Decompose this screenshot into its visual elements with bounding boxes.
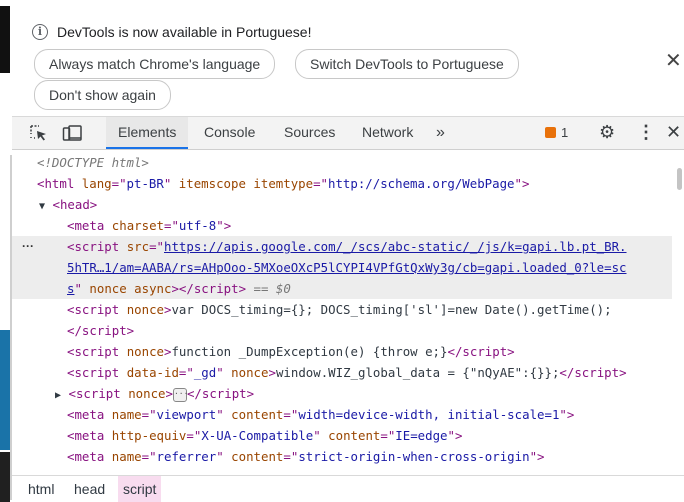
device-toolbar-icon[interactable] — [62, 125, 82, 142]
breadcrumb-script[interactable]: script — [118, 476, 162, 502]
dont-show-again-button[interactable]: Don't show again — [34, 80, 171, 110]
background-page-edge — [0, 0, 12, 502]
html-itemtype-value: http://schema.org/WebPage — [328, 176, 515, 191]
ua-content-value: IE=edge — [395, 428, 448, 443]
always-match-language-button[interactable]: Always match Chrome's language — [34, 49, 276, 79]
doctype-text: <!DOCTYPE html> — [37, 155, 149, 170]
expand-triangle-icon[interactable]: ▼ — [12, 201, 45, 212]
tab-console[interactable]: Console — [192, 117, 267, 149]
data-id-value: _gd — [193, 365, 217, 380]
background-page-blue-block — [0, 330, 10, 450]
html-lang-value: pt-BR — [126, 176, 164, 191]
background-page-footer-block — [0, 452, 10, 502]
viewport-name-value: viewport — [156, 407, 217, 422]
issues-count[interactable]: 1 — [561, 117, 568, 149]
docs-timing-code: var DOCS_timing={}; DOCS_timing['sl']=ne… — [171, 302, 612, 317]
more-tabs-icon[interactable]: » — [436, 117, 445, 149]
dom-node-meta-referrer[interactable]: <meta name="referrer" content="strict-or… — [12, 446, 672, 467]
dom-node-script-dump-exception[interactable]: <script nonce>function _DumpException(e)… — [12, 341, 672, 362]
dom-node-html[interactable]: <html lang="pt-BR" itemscope itemtype="h… — [12, 173, 672, 194]
more-vertical-icon[interactable]: ⋮ — [637, 117, 655, 148]
tab-network[interactable]: Network — [350, 117, 425, 149]
background-page-dark-block — [0, 6, 10, 73]
breadcrumb-head[interactable]: head — [69, 476, 110, 502]
dom-node-script-wiz-data[interactable]: <script data-id="_gd" nonce>window.WIZ_g… — [12, 362, 672, 383]
dom-node-script-collapsed[interactable]: ▶ <script nonce>···</script> — [12, 383, 672, 404]
dom-tree: <!DOCTYPE html> <html lang="pt-BR" items… — [12, 150, 672, 475]
wiz-data-code: window.WIZ_global_data = {"nQyAE":{}}; — [275, 365, 560, 380]
meta-charset-value: utf-8 — [178, 218, 217, 233]
language-infobar: i DevTools is now available in Portugues… — [12, 0, 684, 117]
dom-tree-scrollbar[interactable] — [675, 150, 684, 475]
script-src-link-2[interactable]: 5hTR…1/am=AABA/rs=AHpOoo-5MXoeOXcP5lCYPI… — [67, 260, 627, 275]
dom-node-meta-charset[interactable]: <meta charset="utf-8"> — [12, 215, 672, 236]
scrollbar-thumb[interactable] — [677, 168, 682, 190]
viewport-content-value: width=device-width, initial-scale=1 — [298, 407, 560, 422]
switch-to-portuguese-button[interactable]: Switch DevTools to Portuguese — [295, 49, 519, 79]
dom-node-script-docs-timing[interactable]: <script nonce>var DOCS_timing={}; DOCS_t… — [12, 299, 672, 320]
issues-flag-icon[interactable] — [545, 127, 556, 138]
breadcrumb-html[interactable]: html — [23, 476, 59, 502]
close-devtools-icon[interactable]: ✕ — [666, 117, 681, 148]
inspect-element-icon[interactable] — [30, 125, 48, 142]
dom-node-head[interactable]: ▼ <head> — [12, 194, 672, 215]
tab-sources[interactable]: Sources — [272, 117, 347, 149]
infobar-message: DevTools is now available in Portuguese! — [57, 24, 312, 40]
selected-node-marker: == $0 — [253, 281, 291, 296]
dom-node-meta-ua[interactable]: <meta http-equiv="X-UA-Compatible" conte… — [12, 425, 672, 446]
devtools-panel: i DevTools is now available in Portugues… — [12, 0, 684, 502]
script-src-link-1[interactable]: https://apis.google.com/_/scs/abc-static… — [164, 239, 627, 254]
dom-node-doctype[interactable]: <!DOCTYPE html> — [12, 152, 672, 173]
info-icon: i — [32, 24, 48, 40]
dom-node-script-selected[interactable]: ··· <script src="https://apis.google.com… — [12, 236, 672, 299]
devtools-toolbar: Elements Console Sources Network » 1 ⚙ ⋮… — [12, 117, 684, 150]
breadcrumb: html head script — [12, 475, 684, 502]
dom-node-meta-viewport[interactable]: <meta name="viewport" content="width=dev… — [12, 404, 672, 425]
referrer-name-value: referrer — [156, 449, 217, 464]
tab-elements[interactable]: Elements — [106, 117, 189, 149]
ua-equiv-value: X-UA-Compatible — [201, 428, 314, 443]
collapsed-triangle-icon[interactable]: ▶ — [12, 390, 61, 401]
gear-icon[interactable]: ⚙ — [599, 117, 615, 148]
collapsed-content-icon[interactable]: ··· — [172, 387, 188, 402]
dump-exception-code: function _DumpException(e) {throw e;} — [171, 344, 448, 359]
dom-node-script-close: </script> — [67, 323, 135, 338]
close-icon[interactable]: ✕ — [665, 51, 682, 71]
referrer-content-value: strict-origin-when-cross-origin — [298, 449, 530, 464]
